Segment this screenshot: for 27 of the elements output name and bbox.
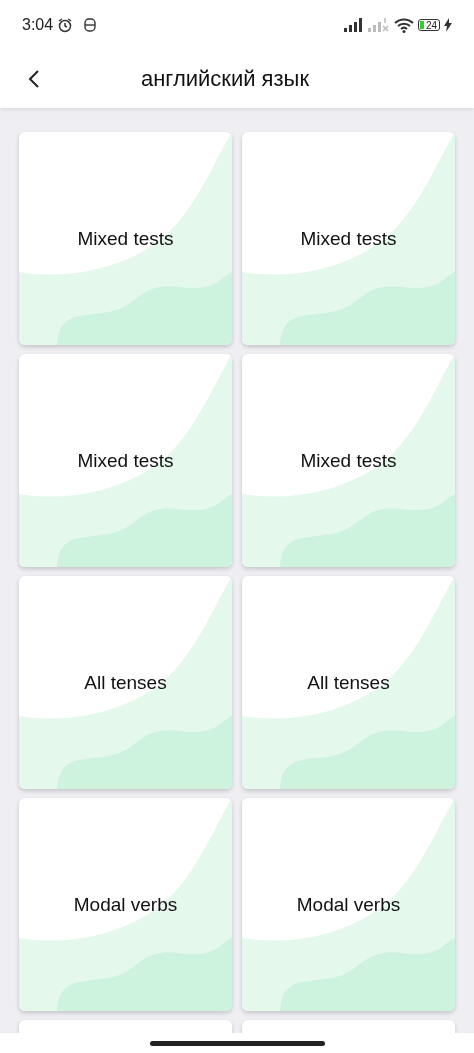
no-signal-icon	[368, 18, 390, 32]
test-card[interactable]: Mixed tests	[242, 132, 455, 345]
robot-icon	[83, 17, 98, 33]
card-title: Mixed tests	[76, 227, 175, 250]
back-icon	[28, 70, 40, 88]
test-card[interactable]: Modal verbs	[242, 798, 455, 1011]
test-card[interactable]: All tenses	[242, 576, 455, 789]
test-card[interactable]: Mixed tests	[242, 354, 455, 567]
wifi-icon	[394, 17, 414, 33]
card-title: Modal verbs	[72, 893, 179, 916]
charging-icon	[444, 18, 452, 32]
home-indicator[interactable]	[149, 1040, 325, 1046]
card-title: Mixed tests	[299, 449, 398, 472]
test-card[interactable]: All tenses	[19, 576, 232, 789]
test-card[interactable]: Mixed tests	[19, 132, 232, 345]
card-title: Modal verbs	[295, 893, 402, 916]
test-card[interactable]: Modal verbs	[19, 798, 232, 1011]
test-card[interactable]: Mixed tests	[19, 354, 232, 567]
battery-icon: 24	[418, 19, 440, 31]
alarm-icon	[57, 17, 74, 33]
signal-icon	[344, 18, 364, 32]
page-title: английский язык	[139, 66, 311, 92]
card-title: All tenses	[306, 671, 391, 694]
status-time: 3:04	[22, 16, 54, 34]
card-title: Mixed tests	[299, 227, 398, 250]
card-title: All tenses	[83, 671, 168, 694]
card-title: Mixed tests	[76, 449, 175, 472]
